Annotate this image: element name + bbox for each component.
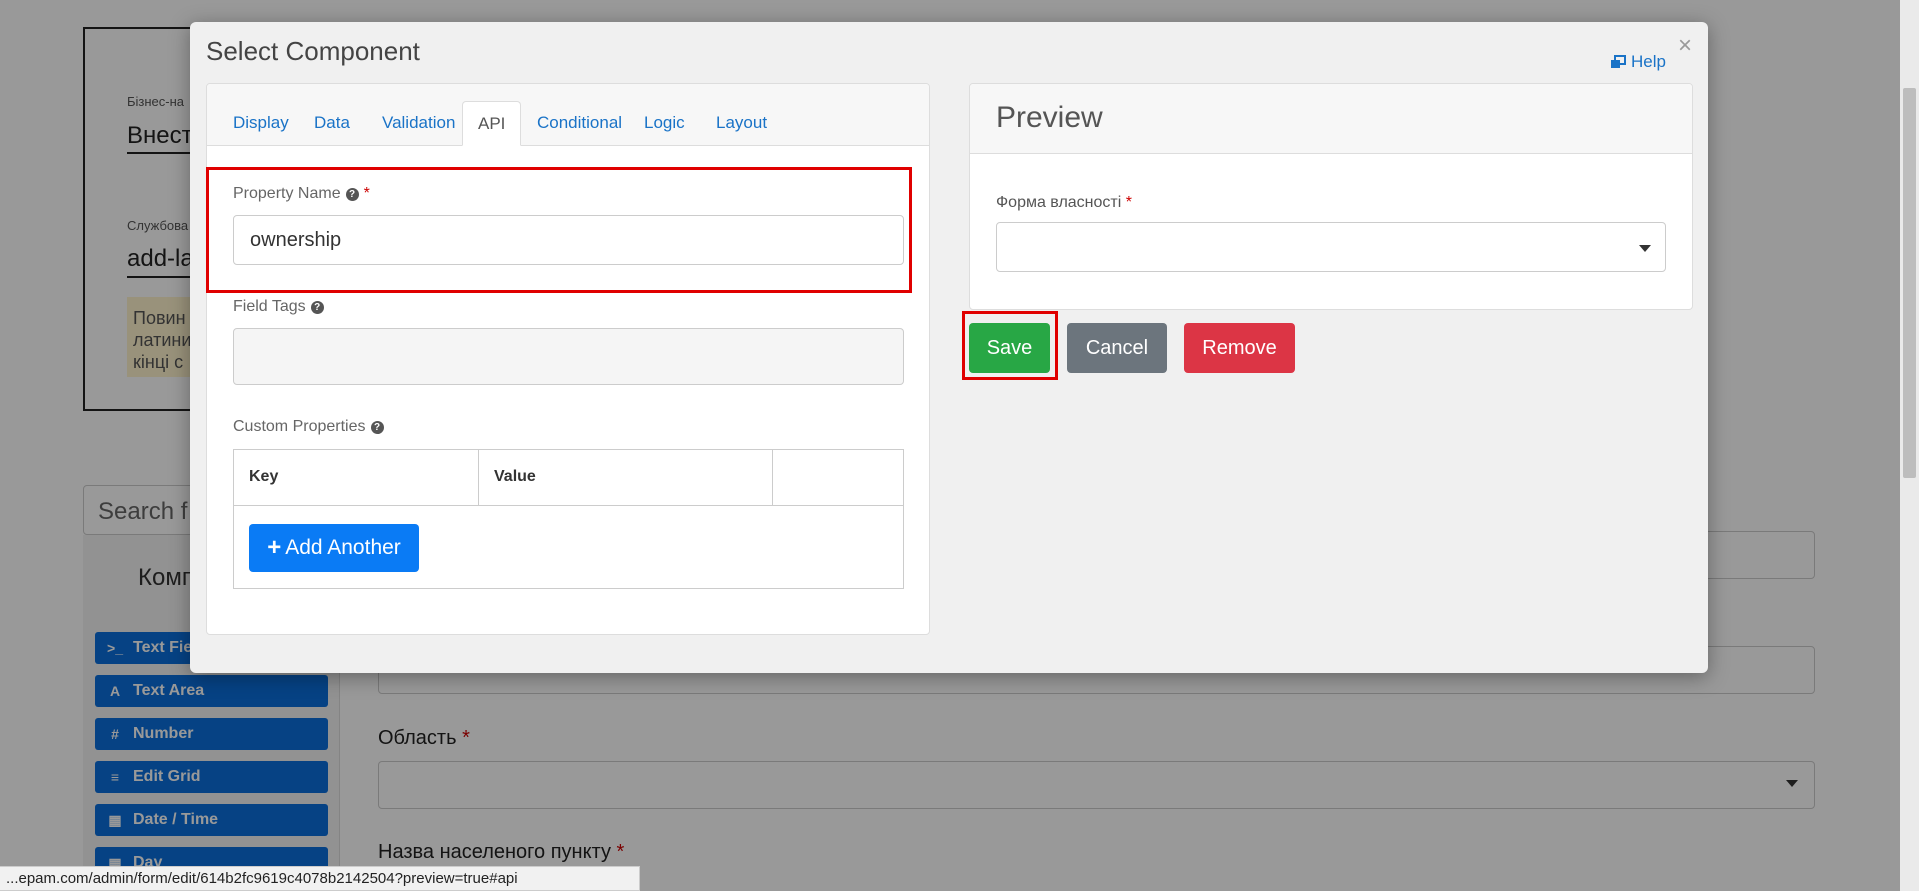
add-another-label: Add Another (285, 536, 401, 559)
add-another-button[interactable]: + Add Another (249, 524, 419, 572)
plus-icon: + (267, 534, 282, 561)
custom-properties-label: Custom Properties ? (233, 418, 384, 436)
preview-ownership-select[interactable] (996, 222, 1666, 272)
tab-data[interactable]: Data (299, 101, 365, 146)
preview-title: Preview (970, 84, 1692, 154)
field-tags-label-text: Field Tags (233, 298, 306, 315)
table-header: Key Value (234, 450, 903, 506)
field-tags-input[interactable] (233, 328, 904, 385)
question-circle-icon[interactable]: ? (345, 187, 359, 201)
tab-display[interactable]: Display (218, 101, 304, 146)
required-mark: * (363, 185, 370, 202)
field-tags-label: Field Tags ? (233, 298, 324, 316)
property-name-label-text: Property Name (233, 185, 341, 202)
required-mark: * (1125, 194, 1132, 211)
preview-field-label-text: Форма власності (996, 194, 1122, 211)
column-value: Value (479, 450, 773, 506)
external-link-icon (1611, 55, 1627, 68)
property-name-label: Property Name ? * (233, 185, 370, 203)
page-scrollbar[interactable] (1900, 0, 1919, 891)
modal-title: Select Component (206, 36, 420, 66)
question-circle-icon[interactable]: ? (370, 420, 384, 434)
property-name-input[interactable]: ownership (233, 215, 904, 265)
custom-properties-label-text: Custom Properties (233, 418, 366, 435)
close-icon[interactable]: × (1678, 32, 1692, 60)
browser-status-url: ...epam.com/admin/form/edit/614b2fc9619c… (0, 866, 640, 891)
help-label: Help (1631, 52, 1666, 71)
tab-validation[interactable]: Validation (367, 101, 470, 146)
tab-layout[interactable]: Layout (701, 101, 782, 146)
help-link[interactable]: Help (1610, 52, 1666, 72)
column-key: Key (234, 450, 479, 506)
settings-tabs: Display Data Validation API Conditional … (207, 84, 929, 146)
question-circle-icon[interactable]: ? (310, 300, 324, 314)
scrollbar-thumb[interactable] (1903, 88, 1916, 478)
tab-logic[interactable]: Logic (629, 101, 700, 146)
save-button[interactable]: Save (969, 323, 1050, 373)
preview-field-label: Форма власності * (996, 194, 1132, 212)
tab-api[interactable]: API (462, 101, 522, 146)
custom-properties-table: Key Value + Add Another (233, 449, 904, 589)
select-component-modal: Select Component × Help Display Data Val… (190, 22, 1708, 673)
caret-down-icon (1639, 245, 1651, 252)
column-actions (773, 450, 903, 506)
cancel-button[interactable]: Cancel (1067, 323, 1167, 373)
tab-conditional[interactable]: Conditional (522, 101, 637, 146)
remove-button[interactable]: Remove (1184, 323, 1295, 373)
preview-panel: Preview Форма власності * (969, 83, 1693, 310)
